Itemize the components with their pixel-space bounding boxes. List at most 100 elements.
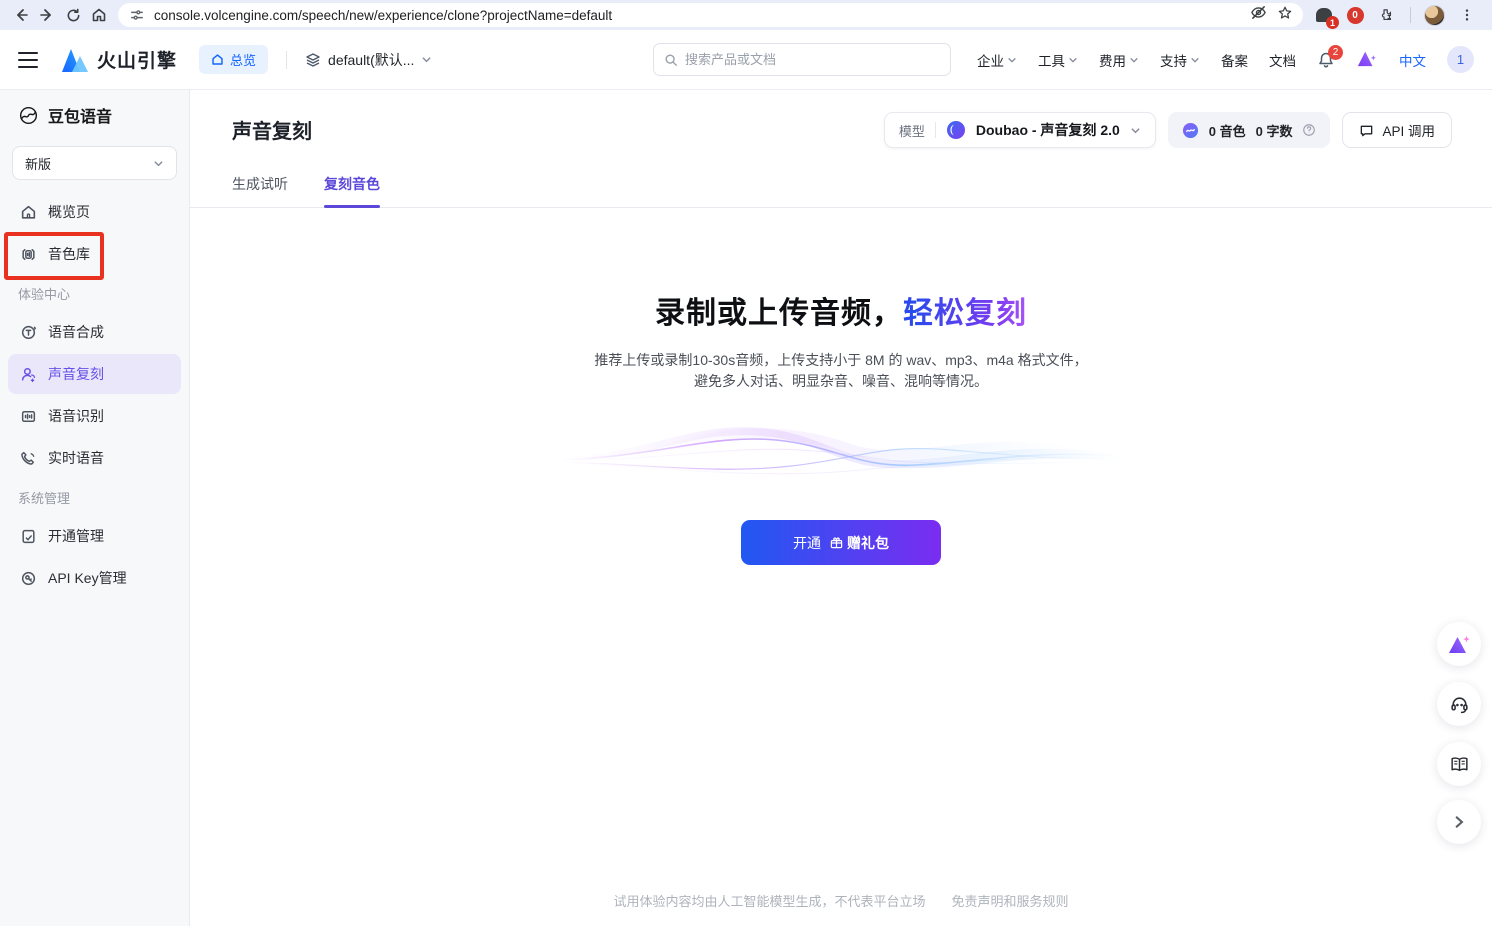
search-input[interactable] — [685, 52, 940, 67]
volcengine-logo[interactable]: 火山引擎 — [60, 46, 177, 73]
ai-assistant-float-button[interactable] — [1437, 622, 1481, 666]
browser-menu-icon[interactable] — [1454, 2, 1480, 28]
browser-refresh-icon[interactable] — [60, 2, 86, 28]
menu-support[interactable]: 支持 — [1160, 50, 1200, 70]
menu-label: 工具 — [1038, 50, 1065, 70]
sidebar-section-experience: 体验中心 — [0, 276, 189, 310]
chevron-down-icon — [1068, 55, 1078, 65]
overview-label: 总览 — [230, 50, 256, 69]
hero-desc-line2: 避免多人对话、明显杂音、噪音、混响等情况。 — [190, 371, 1492, 392]
toolbar-divider — [1410, 7, 1411, 23]
adblock-extension-icon[interactable]: 0 — [1344, 4, 1366, 26]
book-icon — [1449, 754, 1470, 775]
gift-label: 赠礼包 — [847, 533, 889, 553]
logo-text: 火山引擎 — [97, 46, 177, 73]
menu-enterprise[interactable]: 企业 — [977, 50, 1017, 70]
footer-terms-link[interactable]: 免责声明和服务规则 — [952, 891, 1069, 910]
sidebar-item-activation[interactable]: 开通管理 — [8, 516, 181, 556]
product-header: 豆包语音 — [0, 90, 189, 140]
voice-clone-icon — [18, 364, 38, 384]
quota-stats[interactable]: 0 音色 0 字数 — [1168, 112, 1331, 148]
notification-badge: 2 — [1328, 45, 1343, 60]
menu-label: 文档 — [1269, 50, 1296, 70]
version-label: 新版 — [25, 154, 51, 173]
tab-clone-voice[interactable]: 复刻音色 — [324, 174, 380, 207]
volcengine-mountain-icon — [60, 47, 90, 73]
help-icon[interactable] — [1302, 123, 1316, 137]
sidebar-item-label: 语音合成 — [48, 322, 104, 342]
docs-float-button[interactable] — [1437, 742, 1481, 786]
layers-icon — [305, 52, 321, 68]
chevron-down-icon — [1007, 55, 1017, 65]
sidebar-item-label: API Key管理 — [48, 568, 127, 588]
menu-icp[interactable]: 备案 — [1221, 50, 1248, 70]
char-count: 0 字数 — [1256, 121, 1293, 140]
doubao-logo-icon — [946, 120, 966, 140]
model-value: Doubao - 声音复刻 2.0 — [976, 120, 1120, 140]
hero-desc-line1: 推荐上传或录制10-30s音频，上传支持小于 8M 的 wav、mp3、m4a … — [190, 350, 1492, 371]
user-avatar[interactable]: 1 — [1447, 46, 1474, 73]
ai-mountain-icon — [1447, 633, 1471, 655]
model-selector[interactable]: 模型 Doubao - 声音复刻 2.0 — [884, 112, 1156, 148]
browser-profile-avatar[interactable] — [1424, 5, 1445, 26]
tab-generate-preview[interactable]: 生成试听 — [232, 174, 288, 207]
sidebar-item-label: 声音复刻 — [48, 364, 104, 384]
api-call-button[interactable]: API 调用 — [1342, 112, 1452, 148]
api-button-label: API 调用 — [1382, 120, 1435, 140]
sidebar-item-overview[interactable]: 概览页 — [8, 192, 181, 232]
menu-label: 企业 — [977, 50, 1004, 70]
extensions-puzzle-icon[interactable] — [1375, 4, 1397, 26]
activate-button[interactable]: 开通 赠礼包 — [741, 520, 941, 565]
sidebar-item-label: 概览页 — [48, 202, 90, 222]
sidebar-item-realtime-voice[interactable]: 实时语音 — [8, 438, 181, 478]
menu-label: 备案 — [1221, 50, 1248, 70]
hero-title-plain: 录制或上传音频， — [655, 297, 903, 330]
sidebar-item-voice-clone[interactable]: 声音复刻 — [8, 354, 181, 394]
sidebar-item-tts[interactable]: 语音合成 — [8, 312, 181, 352]
chevron-down-icon — [421, 54, 432, 65]
support-float-button[interactable] — [1437, 682, 1481, 726]
language-switch[interactable]: 中文 — [1399, 50, 1426, 70]
url-text[interactable]: console.volcengine.com/speech/new/experi… — [154, 8, 1250, 23]
overview-button[interactable]: 总览 — [199, 45, 268, 74]
main-content: 声音复刻 模型 Doubao - 声音复刻 2.0 0 音色 0 字数 API … — [190, 90, 1492, 926]
api-chat-icon — [1359, 123, 1374, 138]
site-settings-icon[interactable] — [128, 6, 146, 24]
page-title: 声音复刻 — [232, 112, 312, 144]
extension-icon[interactable]: 1 — [1313, 4, 1335, 26]
global-search[interactable] — [653, 43, 951, 76]
menu-billing[interactable]: 费用 — [1099, 50, 1139, 70]
sidebar-item-label: 音色库 — [48, 244, 90, 264]
bookmark-star-icon[interactable] — [1277, 5, 1293, 26]
ai-assistant-nav-icon[interactable] — [1356, 48, 1378, 71]
privacy-eye-off-icon[interactable] — [1250, 4, 1267, 26]
menu-tools[interactable]: 工具 — [1038, 50, 1078, 70]
hero-section: 录制或上传音频，轻松复刻 推荐上传或录制10-30s音频，上传支持小于 8M 的… — [190, 288, 1492, 565]
hero-title: 录制或上传音频，轻松复刻 — [190, 288, 1492, 332]
hamburger-menu-icon[interactable] — [18, 52, 38, 68]
tab-bar: 生成试听 复刻音色 — [190, 174, 1492, 208]
menu-label: 支持 — [1160, 50, 1187, 70]
sidebar-item-asr[interactable]: 语音识别 — [8, 396, 181, 436]
home-icon — [211, 53, 224, 66]
voice-count: 0 音色 — [1209, 121, 1246, 140]
browser-home-icon[interactable] — [86, 2, 112, 28]
chevron-down-icon — [1129, 55, 1139, 65]
menu-docs[interactable]: 文档 — [1269, 50, 1296, 70]
speech-synthesis-icon — [18, 322, 38, 342]
browser-back-icon[interactable] — [8, 2, 34, 28]
notifications-button[interactable]: 2 — [1317, 51, 1335, 69]
phone-voice-icon — [18, 448, 38, 468]
browser-forward-icon[interactable] — [34, 2, 60, 28]
sidebar-item-api-key[interactable]: API Key管理 — [8, 558, 181, 598]
quota-icon — [1182, 122, 1199, 139]
divider — [935, 122, 936, 138]
sidebar-item-voice-library[interactable]: 音色库 — [8, 234, 181, 274]
project-selector[interactable]: default(默认... — [305, 50, 432, 70]
chevron-right-icon — [1452, 815, 1466, 829]
footer: 试用体验内容均由人工智能模型生成，不代表平台立场 免责声明和服务规则 — [190, 891, 1492, 910]
browser-address-bar[interactable]: console.volcengine.com/speech/new/experi… — [118, 3, 1303, 27]
collapse-float-button[interactable] — [1437, 800, 1481, 844]
version-select[interactable]: 新版 — [12, 146, 177, 180]
chevron-down-icon — [153, 158, 164, 169]
